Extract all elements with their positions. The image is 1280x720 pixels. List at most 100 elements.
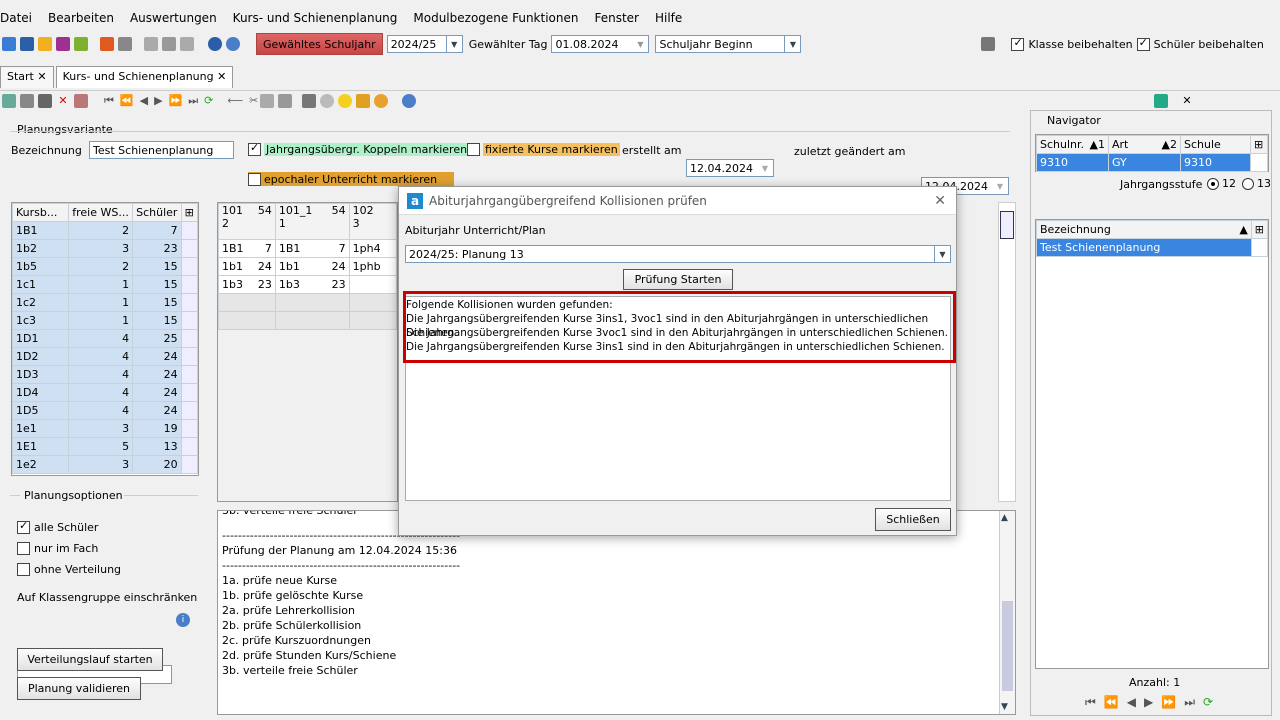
koppeln-option[interactable]: Jahrgangsübergr. Koppeln markieren (248, 141, 470, 156)
pruefung-starten-button[interactable]: Prüfung Starten (623, 269, 733, 290)
table-row[interactable]: 1c3 1 15 (12, 311, 198, 330)
refresh-icon[interactable]: ⟳ (1203, 695, 1213, 710)
prev-icon[interactable]: ◀ (1127, 695, 1136, 710)
last-icon[interactable]: ⏭ (188, 94, 198, 108)
scroll-track[interactable] (180, 347, 198, 366)
info-icon[interactable] (208, 37, 222, 51)
kurse-icon[interactable] (74, 37, 88, 51)
scroll-track[interactable] (180, 293, 198, 312)
chevron-down-icon[interactable]: ▼ (784, 36, 800, 52)
menu-auswertungen[interactable]: Auswertungen (130, 11, 217, 25)
delete-icon[interactable]: ✕ (56, 94, 70, 108)
first-icon[interactable]: ⏮ (104, 94, 114, 108)
prev-icon[interactable]: ◀ (140, 94, 148, 107)
schuljahr-select[interactable]: 2024/25 ▼ (386, 35, 463, 53)
new-icon[interactable] (2, 93, 16, 108)
tag-field[interactable]: 01.08.2024 ▼ (551, 35, 650, 53)
table-row[interactable]: 1b1 24 1b1 24 1phb (218, 257, 397, 276)
col-header[interactable]: Kursb... (12, 203, 70, 222)
prev-page-icon[interactable]: ⏪ (1104, 695, 1119, 710)
validieren-button[interactable]: Planung validieren (17, 677, 141, 700)
col-header[interactable]: Schulnr. (1040, 138, 1084, 151)
table-row[interactable]: Test Schienenplanung (1036, 238, 1269, 257)
col-header[interactable]: Schule (1180, 135, 1251, 154)
col-header[interactable]: freie WS... (68, 203, 134, 222)
scroll-track[interactable] (180, 455, 198, 474)
help-icon[interactable] (226, 37, 240, 51)
save-icon[interactable] (20, 93, 34, 108)
schliessen-button[interactable]: Schließen (875, 508, 951, 531)
log-scrollbar[interactable]: ▲ ▼ (999, 511, 1015, 714)
scroll-track[interactable] (180, 239, 198, 258)
scroll-track[interactable] (180, 329, 198, 348)
clock-icon[interactable] (374, 93, 389, 108)
fixiert-checkbox[interactable] (467, 143, 480, 156)
table-row[interactable]: 1B1 2 7 (12, 221, 198, 240)
radio-13[interactable] (1242, 177, 1254, 190)
brush-icon[interactable] (356, 93, 371, 108)
column-chooser-icon[interactable]: ⊞ (1250, 135, 1268, 154)
epochal-option[interactable]: epochaler Unterricht markieren (248, 172, 454, 186)
menu-datei[interactable]: Datei (0, 11, 32, 25)
table-row[interactable]: 1B1 7 1B1 7 1ph4 (218, 239, 397, 258)
table-row[interactable]: 1D4 4 24 (12, 383, 198, 402)
col-header[interactable]: Schüler (132, 203, 182, 222)
scroll-track[interactable] (180, 419, 198, 438)
lock-icon[interactable] (981, 37, 996, 51)
close-icon[interactable]: ✕ (217, 70, 226, 83)
erstellt-field[interactable]: 12.04.2024 ▼ (686, 159, 774, 177)
copy-icon[interactable] (260, 93, 275, 108)
cut-icon[interactable]: ✂ (249, 94, 258, 107)
scroll-track[interactable] (180, 275, 198, 294)
faecher-icon[interactable] (56, 37, 70, 51)
tool-icon[interactable] (162, 37, 176, 51)
close-icon[interactable]: ✕ (1182, 94, 1191, 107)
close-icon[interactable]: ✕ (934, 193, 946, 209)
scroll-track[interactable] (180, 365, 198, 384)
epochal-checkbox[interactable] (248, 172, 261, 186)
klassen-icon[interactable] (20, 37, 34, 51)
koppeln-checkbox[interactable] (248, 141, 261, 156)
ohne-checkbox[interactable] (17, 563, 30, 576)
scroll-track[interactable] (180, 383, 198, 402)
alle-option[interactable]: alle Schüler (17, 519, 98, 534)
fixiert-option[interactable]: fixierte Kurse markieren (467, 143, 620, 156)
tab-start[interactable]: Start ✕ (0, 66, 54, 88)
table-row[interactable]: 1D5 4 24 (12, 401, 198, 420)
schuljahr-button[interactable]: Gewähltes Schuljahr (256, 33, 383, 55)
scroll-up-icon[interactable]: ▲ (1001, 513, 1008, 523)
chevron-down-icon[interactable]: ▼ (632, 36, 648, 52)
scroll-thumb[interactable] (1002, 601, 1013, 691)
col-header[interactable]: Art (1112, 138, 1128, 151)
last-icon[interactable]: ⏭ (1184, 695, 1195, 710)
table-row[interactable]: 9310 GY 9310 (1036, 153, 1268, 172)
lehrer-icon[interactable] (38, 37, 52, 51)
print-icon[interactable] (302, 93, 317, 108)
sync-icon[interactable] (1154, 93, 1169, 108)
schienen-scrollbar[interactable] (998, 202, 1016, 502)
chevron-down-icon[interactable]: ▼ (992, 178, 1008, 194)
scroll-track[interactable] (180, 257, 198, 276)
scroll-track[interactable] (180, 221, 198, 240)
table-row[interactable]: 1D3 4 24 (12, 365, 198, 384)
print-icon[interactable] (118, 37, 132, 51)
tab-kursplanung[interactable]: Kurs- und Schienenplanung ✕ (55, 66, 234, 88)
column-chooser-icon[interactable]: ⊞ (180, 203, 198, 222)
table-row[interactable]: 1e2 3 20 (12, 455, 198, 474)
paste-icon[interactable] (278, 93, 293, 108)
menu-kursplanung[interactable]: Kurs- und Schienenplanung (233, 11, 398, 25)
first-icon[interactable]: ⏮ (1085, 695, 1096, 710)
column-chooser-icon[interactable]: ⊞ (1250, 220, 1269, 239)
chevron-down-icon[interactable]: ▼ (757, 160, 773, 176)
menu-hilfe[interactable]: Hilfe (655, 11, 682, 25)
column-chooser-icon[interactable] (1000, 211, 1014, 239)
table-row[interactable]: 1D1 4 25 (12, 329, 198, 348)
chevron-down-icon[interactable]: ▼ (934, 246, 950, 262)
fach-option[interactable]: nur im Fach (17, 542, 98, 555)
ohne-option[interactable]: ohne Verteilung (17, 563, 121, 576)
view-icon[interactable] (320, 93, 335, 108)
scroll-track[interactable] (180, 437, 198, 456)
edit-icon[interactable] (74, 93, 88, 108)
help-icon[interactable] (402, 93, 417, 108)
scroll-down-icon[interactable]: ▼ (1001, 702, 1008, 712)
